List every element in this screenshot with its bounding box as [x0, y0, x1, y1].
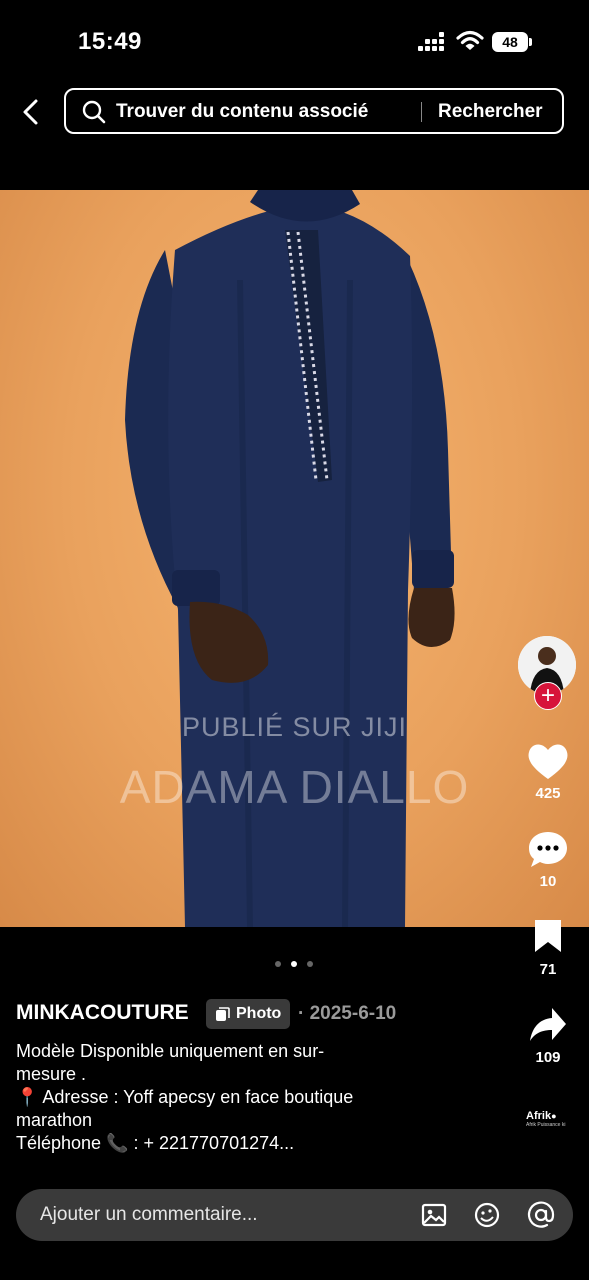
post-photo[interactable]: [0, 190, 589, 927]
battery-tip: [529, 38, 532, 46]
mention-icon[interactable]: [527, 1201, 555, 1229]
post-date: · 2025-6-10: [298, 1003, 397, 1024]
comments-count: 10: [539, 873, 557, 890]
caption-line: marathon: [16, 1110, 93, 1130]
battery-indicator: 48: [492, 32, 528, 52]
author-name[interactable]: MINKACOUTURE: [16, 1001, 189, 1025]
caption-line: Téléphone 📞 : + 221770701274...: [16, 1133, 295, 1153]
likes-count: 425: [535, 785, 561, 802]
post-caption[interactable]: Modèle Disponible uniquement en sur- mes…: [16, 1040, 446, 1155]
emoji-icon[interactable]: [473, 1201, 501, 1229]
follow-plus-button[interactable]: +: [534, 682, 562, 710]
cellular-signal-icon: [418, 32, 448, 52]
search-icon: [82, 100, 106, 124]
photo-tag-label: Photo: [236, 1005, 282, 1022]
caption-line: Modèle Disponible uniquement en sur-: [16, 1041, 325, 1061]
heart-icon[interactable]: [527, 741, 569, 781]
carousel-dot-2[interactable]: [291, 961, 297, 967]
brand-badge-sub: Afrik Puissance ki: [526, 1122, 566, 1128]
comment-input[interactable]: Ajouter un commentaire...: [40, 1204, 258, 1226]
photo-stack-icon: [216, 1006, 230, 1021]
image-icon[interactable]: [420, 1201, 448, 1229]
photo-tag: Photo: [206, 999, 291, 1029]
carousel-dot-1[interactable]: [275, 961, 281, 967]
back-arrow-icon[interactable]: [18, 98, 46, 126]
caption-line: mesure .: [16, 1064, 87, 1084]
search-input[interactable]: Trouver du contenu associé: [116, 101, 368, 123]
watermark-top: PUBLIÉ SUR JIJI: [181, 712, 408, 742]
shares-count: 109: [535, 1049, 561, 1066]
search-button[interactable]: Rechercher: [438, 101, 543, 123]
bookmark-icon[interactable]: [533, 918, 563, 954]
share-arrow-icon[interactable]: [528, 1006, 568, 1044]
carousel-dot-3[interactable]: [307, 961, 313, 967]
watermark-bottom: ADAMA DIALLO: [119, 761, 470, 813]
comment-icon[interactable]: [527, 830, 569, 870]
brand-badge[interactable]: Afrik● Afrik Puissance ki: [526, 1110, 565, 1128]
status-time: 15:49: [78, 28, 142, 55]
saves-count: 71: [539, 961, 557, 978]
search-divider: [421, 102, 422, 122]
brand-badge-name: Afrik: [526, 1110, 552, 1122]
wifi-icon: [456, 30, 484, 50]
caption-line: 📍 Adresse : Yoff apecsy en face boutique: [16, 1087, 354, 1107]
garment-illustration: [125, 190, 455, 927]
